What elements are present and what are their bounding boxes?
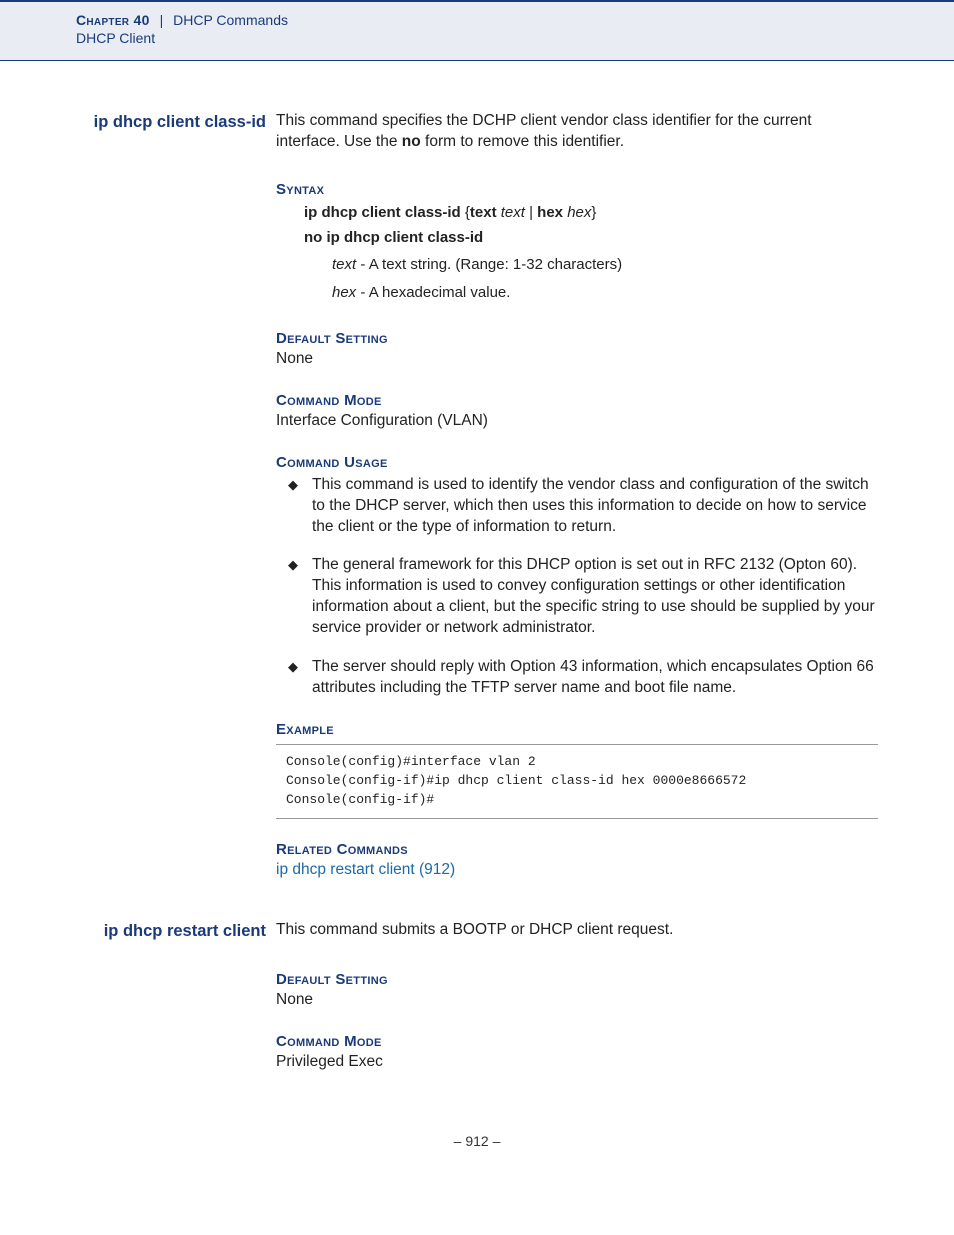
mode-body-1: Interface Configuration (VLAN)	[276, 411, 878, 432]
syn-brace-open: {	[461, 204, 470, 221]
syn-b3: hex	[537, 204, 563, 221]
usage-list: This command is used to identify the ven…	[276, 475, 878, 699]
default-body-1: None	[276, 349, 878, 370]
usage-title: Command Usage	[276, 454, 878, 471]
param2-desc: - A hexadecimal value.	[356, 284, 510, 301]
syntax-title: Syntax	[276, 181, 878, 198]
chapter-line: Chapter 40 | DHCP Commands	[76, 12, 884, 28]
syntax-line-1: ip dhcp client class-id {text text | hex…	[304, 200, 878, 226]
example-code: Console(config)#interface vlan 2 Console…	[276, 744, 878, 819]
syntax-param-2: hex - A hexadecimal value.	[332, 279, 878, 308]
syn-i2: hex	[563, 204, 591, 221]
default-setting-section-1: Default Setting None	[276, 330, 878, 370]
command-mode-section-1: Command Mode Interface Configuration (VL…	[276, 392, 878, 432]
related-commands-section: Related Commands ip dhcp restart client …	[276, 841, 878, 881]
param2-name: hex	[332, 284, 356, 301]
syn-pipe: |	[525, 204, 537, 221]
param1-name: text	[332, 256, 356, 273]
syn-b1: ip dhcp client class-id	[304, 204, 461, 221]
page-number: – 912 –	[76, 1133, 878, 1179]
page-body: ip dhcp client class-id This command spe…	[0, 61, 954, 1179]
related-title: Related Commands	[276, 841, 878, 858]
separator: |	[160, 12, 164, 28]
usage-bullet-3: The server should reply with Option 43 i…	[288, 657, 878, 699]
default-title-1: Default Setting	[276, 330, 878, 347]
chapter-title: DHCP Commands	[173, 12, 288, 28]
command-usage-section: Command Usage This command is used to id…	[276, 454, 878, 699]
mode-title-2: Command Mode	[276, 1033, 878, 1050]
example-title: Example	[276, 721, 878, 738]
param1-desc: - A text string. (Range: 1-32 characters…	[356, 256, 622, 273]
command-name-1: ip dhcp client class-id	[76, 111, 276, 133]
command-heading-1: ip dhcp client class-id This command spe…	[76, 111, 878, 153]
chapter-label: Chapter 40	[76, 12, 150, 28]
chapter-subtitle: DHCP Client	[76, 30, 884, 46]
default-body-2: None	[276, 990, 878, 1011]
desc-bold: no	[402, 133, 421, 150]
mode-title-1: Command Mode	[276, 392, 878, 409]
syn-brace-close: }	[591, 204, 596, 221]
mode-body-2: Privileged Exec	[276, 1052, 878, 1073]
command-heading-2: ip dhcp restart client This command subm…	[76, 920, 878, 942]
syntax-section: Syntax ip dhcp client class-id {text tex…	[276, 181, 878, 308]
default-setting-section-2: Default Setting None	[276, 971, 878, 1011]
desc-post: form to remove this identifier.	[421, 133, 624, 150]
command-name-2: ip dhcp restart client	[76, 920, 276, 942]
usage-bullet-1: This command is used to identify the ven…	[288, 475, 878, 538]
syntax-param-1: text - A text string. (Range: 1-32 chara…	[332, 251, 878, 280]
default-title-2: Default Setting	[276, 971, 878, 988]
related-link[interactable]: ip dhcp restart client (912)	[276, 860, 878, 881]
usage-bullet-2: The general framework for this DHCP opti…	[288, 555, 878, 639]
command-desc-1: This command specifies the DCHP client v…	[276, 111, 878, 153]
page-header: Chapter 40 | DHCP Commands DHCP Client	[0, 0, 954, 61]
command-mode-section-2: Command Mode Privileged Exec	[276, 1033, 878, 1073]
command-desc-2: This command submits a BOOTP or DHCP cli…	[276, 920, 878, 941]
syntax-line-2: no ip dhcp client class-id	[304, 225, 878, 251]
example-section: Example Console(config)#interface vlan 2…	[276, 721, 878, 819]
syn-b2: text	[470, 204, 497, 221]
syn-i1: text	[497, 204, 525, 221]
